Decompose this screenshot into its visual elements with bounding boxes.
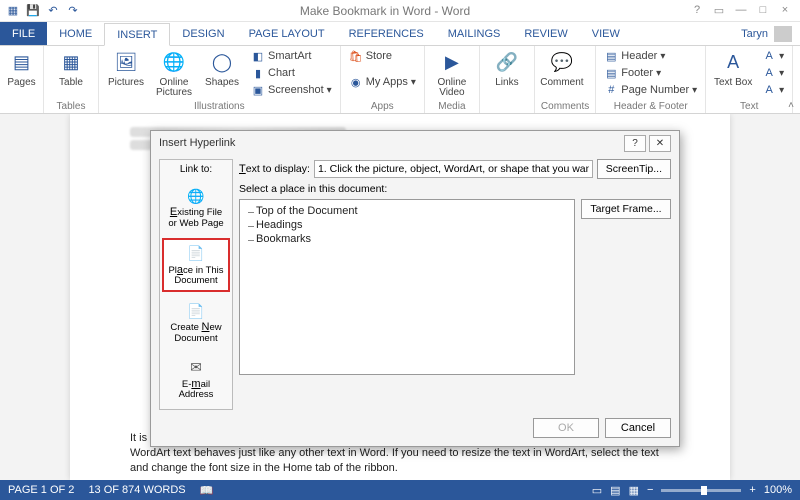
dialog-close-icon[interactable]: ✕ [649,135,671,152]
title-bar: ▦ 💾 ↶ ↷ Make Bookmark in Word - Word ? ▭… [0,0,800,22]
table-button[interactable]: ▦Table [50,48,92,88]
text-misc3[interactable]: A▾ [760,82,786,98]
target-frame-button[interactable]: Target Frame... [581,199,671,219]
proofing-icon[interactable]: 📖 [200,484,214,497]
document-target-icon: 📄 [185,244,207,264]
account-name[interactable]: Taryn [741,28,768,40]
tree-node-bookmarks[interactable]: Bookmarks [246,232,568,246]
text-to-display-label: Text to display: [239,163,310,175]
pictures-button[interactable]: 🖼Pictures [105,48,147,88]
dialog-help-icon[interactable]: ? [624,135,646,152]
tab-mailings[interactable]: MAILINGS [436,22,513,45]
group-text: Text [712,101,786,113]
select-place-label: Select a place in this document: [239,183,671,195]
shapes-button[interactable]: ◯Shapes [201,48,243,88]
group-media: Media [431,101,473,113]
text-box-button[interactable]: AText Box [712,48,754,88]
tab-references[interactable]: REFERENCES [337,22,436,45]
redo-icon[interactable]: ↷ [64,2,82,20]
view-web-icon[interactable]: ▦ [629,484,639,497]
word-icon: ▦ [4,2,22,20]
ribbon-options-icon[interactable]: ▭ [710,4,728,17]
online-pictures-button[interactable]: 🌐Online Pictures [153,48,195,98]
dialog-title: Insert Hyperlink [159,137,235,149]
group-tables: Tables [50,101,92,113]
page-number-button[interactable]: #Page Number ▾ [602,82,699,98]
place-tree[interactable]: Top of the Document Headings Bookmarks [239,199,575,375]
link-to-panel: Link to: 🌐Existing Fileor Web Page 📄Plac… [159,159,233,410]
smartart-button[interactable]: ◧SmartArt [249,48,334,64]
tab-insert[interactable]: INSERT [104,23,170,46]
zoom-slider[interactable] [661,489,741,492]
group-comments: Comments [541,101,589,113]
view-print-icon[interactable]: ▤ [610,484,620,497]
comment-button[interactable]: 💬Comment [541,48,583,88]
view-read-icon[interactable]: ▭ [592,484,602,497]
tab-page-layout[interactable]: PAGE LAYOUT [237,22,337,45]
tab-design[interactable]: DESIGN [170,22,236,45]
pages-button[interactable]: ▤Pages [6,48,37,88]
zoom-in-icon[interactable]: + [749,484,755,496]
email-icon: ✉ [185,358,207,378]
window-title: Make Bookmark in Word - Word [82,4,688,18]
tree-node-headings[interactable]: Headings [246,218,568,232]
chart-button[interactable]: ▮Chart [249,65,334,81]
cancel-button[interactable]: Cancel [605,418,671,438]
zoom-level[interactable]: 100% [764,484,792,496]
tab-file[interactable]: FILE [0,22,47,45]
status-words[interactable]: 13 OF 874 WORDS [88,484,185,496]
footer-button[interactable]: ▤Footer ▾ [602,65,699,81]
zoom-out-icon[interactable]: − [647,484,653,496]
ok-button[interactable]: OK [533,418,599,438]
tab-view[interactable]: VIEW [580,22,632,45]
linkto-place-in-document[interactable]: 📄Place in ThisDocument [162,238,230,293]
globe-page-icon: 🌐 [185,186,207,206]
help-icon[interactable]: ? [688,4,706,17]
tab-review[interactable]: REVIEW [512,22,579,45]
header-button[interactable]: ▤Header ▾ [602,48,699,64]
minimize-icon[interactable]: — [732,4,750,17]
linkto-create-new[interactable]: 📄Create NewDocument [162,296,230,349]
links-button[interactable]: 🔗Links [486,48,528,88]
avatar-icon[interactable] [774,26,792,42]
ribbon-tabs: FILE HOME INSERT DESIGN PAGE LAYOUT REFE… [0,22,800,46]
my-apps-button[interactable]: ◉My Apps ▾ [347,74,418,90]
screentip-button[interactable]: ScreenTip... [597,159,671,179]
group-apps: Apps [347,101,418,113]
group-illustrations: Illustrations [105,101,334,113]
save-icon[interactable]: 💾 [24,2,42,20]
group-header-footer: Header & Footer [602,101,699,113]
store-button[interactable]: 🛍Store [347,48,418,64]
text-to-display-input[interactable] [314,160,593,178]
screenshot-button[interactable]: ▣Screenshot ▾ [249,82,334,98]
collapse-ribbon-icon[interactable]: ˄ [788,100,794,111]
maximize-icon[interactable]: □ [754,4,772,17]
ribbon: ▤Pages ▦Table Tables 🖼Pictures 🌐Online P… [0,46,800,114]
text-misc1[interactable]: A▾ [760,48,786,64]
undo-icon[interactable]: ↶ [44,2,62,20]
close-icon[interactable]: × [776,4,794,17]
linkto-email[interactable]: ✉E-mailAddress [162,353,230,406]
online-video-button[interactable]: ▶Online Video [431,48,473,98]
status-bar: PAGE 1 OF 2 13 OF 874 WORDS 📖 ▭ ▤ ▦ − + … [0,480,800,500]
link-to-label: Link to: [162,164,230,175]
new-document-icon: 📄 [185,301,207,321]
quick-access-toolbar: ▦ 💾 ↶ ↷ [4,2,82,20]
tree-node-top[interactable]: Top of the Document [246,204,568,218]
linkto-existing-file[interactable]: 🌐Existing Fileor Web Page [162,181,230,234]
status-page[interactable]: PAGE 1 OF 2 [8,484,74,496]
insert-hyperlink-dialog: Insert Hyperlink ? ✕ Link to: 🌐Existing … [150,130,680,447]
text-misc2[interactable]: A▾ [760,65,786,81]
tab-home[interactable]: HOME [47,22,104,45]
